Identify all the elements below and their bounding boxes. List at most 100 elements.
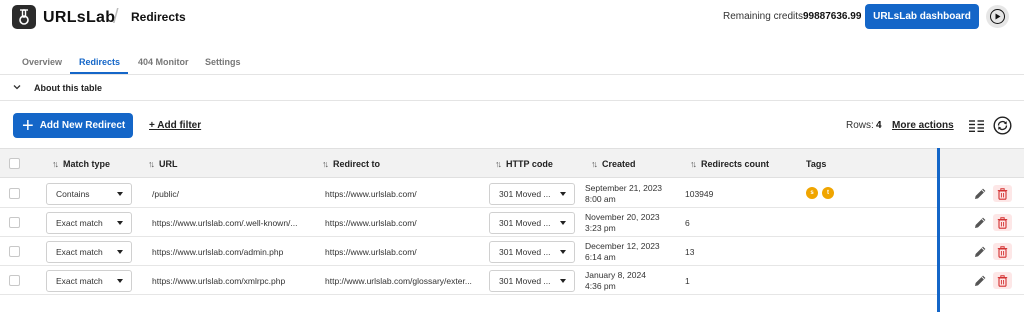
tag-badge[interactable]: t [822, 187, 834, 199]
play-circle-icon [990, 9, 1005, 24]
add-filter-link[interactable]: + Add filter [149, 120, 201, 131]
about-table-toggle[interactable]: About this table [0, 75, 1024, 101]
http-code-select[interactable]: 301 Moved ... [489, 212, 575, 234]
plus-icon: + [22, 114, 34, 137]
sort-icon: ↑↓ [148, 159, 155, 169]
delete-button[interactable] [993, 185, 1012, 202]
redirect-to-cell: https://www.urlslab.com/ [325, 218, 417, 228]
http-code-select[interactable]: 301 Moved ... [489, 270, 575, 292]
urlslab-logo-icon [12, 5, 36, 29]
url-cell: https://www.urlslab.com/admin.php [152, 247, 284, 257]
caret-down-icon [560, 192, 566, 196]
header-created[interactable]: ↑↓ Created [591, 159, 636, 169]
delete-button[interactable] [993, 272, 1012, 289]
trash-icon [997, 216, 1008, 229]
match-type-select[interactable]: Exact match [46, 270, 132, 292]
breadcrumb-separator: / [113, 6, 119, 28]
tab-settings[interactable]: Settings [205, 57, 241, 67]
tab-redirects[interactable]: Redirects [79, 57, 120, 67]
url-cell: /public/ [152, 189, 179, 199]
breadcrumb: Redirects [131, 10, 186, 24]
more-actions-link[interactable]: More actions [892, 120, 954, 131]
delete-button[interactable] [993, 243, 1012, 260]
table-row: Exact match https://www.urlslab.com/.wel… [0, 208, 1024, 237]
header-tags: Tags [806, 159, 827, 169]
select-all-checkbox[interactable] [9, 158, 20, 169]
caret-down-icon [117, 221, 123, 225]
match-type-select[interactable]: Exact match [46, 212, 132, 234]
caret-down-icon [560, 221, 566, 225]
logo-text: URLsLab [43, 9, 116, 26]
trash-icon [997, 187, 1008, 200]
dashboard-button[interactable]: URLsLab dashboard [865, 4, 979, 29]
edit-icon[interactable] [974, 187, 987, 205]
match-type-select[interactable]: Contains [46, 183, 132, 205]
redirect-to-cell: http://www.urlslab.com/glossary/exter... [325, 276, 472, 286]
redirects-count-cell: 6 [685, 218, 690, 228]
table-header: ↑↓ Match type ↑↓ URL ↑↓ Redirect to ↑↓ HTTP … [0, 148, 1024, 178]
sort-icon: ↑↓ [591, 159, 598, 169]
match-type-select[interactable]: Exact match [46, 241, 132, 263]
caret-down-icon [117, 250, 123, 254]
header-http-code[interactable]: ↑↓ HTTP code [495, 159, 553, 169]
edit-icon[interactable] [974, 216, 987, 234]
edit-icon[interactable] [974, 245, 987, 263]
http-code-select[interactable]: 301 Moved ... [489, 241, 575, 263]
edit-icon[interactable] [974, 274, 987, 292]
sort-icon: ↑↓ [322, 159, 329, 169]
row-checkbox[interactable] [9, 188, 20, 199]
tab-bar: Overview Redirects 404 Monitor Settings [0, 48, 1024, 75]
table-row: Exact match https://www.urlslab.com/admi… [0, 237, 1024, 266]
redirects-count-cell: 103949 [685, 189, 714, 199]
redirect-to-cell: https://www.urlslab.com/ [325, 189, 417, 199]
caret-down-icon [560, 250, 566, 254]
row-checkbox[interactable] [9, 275, 20, 286]
table-row: Contains /public/ https://www.urlslab.co… [0, 179, 1024, 208]
row-checkbox[interactable] [9, 217, 20, 228]
credits-label: Remaining credits: [723, 11, 806, 22]
created-cell: September 21, 2023 8:00 am [585, 183, 663, 204]
created-cell: January 8, 2024 4:36 pm [585, 270, 646, 291]
header-url[interactable]: ↑↓ URL [148, 159, 178, 169]
redirects-count-cell: 1 [685, 276, 690, 286]
redirects-count-cell: 13 [685, 247, 695, 257]
redirect-to-cell: https://www.urlslab.com/ [325, 247, 417, 257]
active-tab-indicator [70, 72, 128, 74]
top-bar: URLsLab / Redirects Remaining credits: 9… [0, 0, 1024, 48]
column-resize-indicator[interactable] [937, 148, 940, 312]
header-match-type[interactable]: ↑↓ Match type [52, 159, 110, 169]
delete-button[interactable] [993, 214, 1012, 231]
columns-icon[interactable] [969, 119, 984, 137]
sort-icon: ↑↓ [52, 159, 59, 169]
caret-down-icon [117, 192, 123, 196]
sort-icon: ↑↓ [495, 159, 502, 169]
row-checkbox[interactable] [9, 246, 20, 257]
created-cell: November 20, 2023 3:23 pm [585, 212, 660, 233]
url-cell: https://www.urlslab.com/.well-known/... [152, 218, 298, 228]
header-redirects-count[interactable]: ↑↓ Redirects count [690, 159, 769, 169]
url-cell: https://www.urlslab.com/xmlrpc.php [152, 276, 286, 286]
table-row: Exact match https://www.urlslab.com/xmlr… [0, 266, 1024, 295]
created-cell: December 12, 2023 6:14 am [585, 241, 660, 262]
table-toolbar: + Add New Redirect + Add filter Rows: 4 … [0, 101, 1024, 148]
redirects-table: ↑↓ Match type ↑↓ URL ↑↓ Redirect to ↑↓ HTTP … [0, 148, 1024, 312]
tag-badge[interactable]: s [806, 187, 818, 199]
http-code-select[interactable]: 301 Moved ... [489, 183, 575, 205]
rows-value: 4 [876, 120, 882, 131]
add-new-redirect-button[interactable]: + Add New Redirect [13, 113, 133, 138]
tab-overview[interactable]: Overview [22, 57, 62, 67]
play-button[interactable] [986, 5, 1009, 28]
credits-value: 99887636.99 [803, 11, 862, 22]
header-redirect-to[interactable]: ↑↓ Redirect to [322, 159, 380, 169]
refresh-icon[interactable] [993, 116, 1012, 140]
trash-icon [997, 274, 1008, 287]
tab-404-monitor[interactable]: 404 Monitor [138, 57, 189, 67]
add-new-redirect-label: Add New Redirect [39, 120, 126, 131]
sort-icon: ↑↓ [690, 159, 697, 169]
about-label: About this table [34, 83, 102, 93]
caret-down-icon [560, 279, 566, 283]
rows-label: Rows: [846, 120, 874, 131]
caret-down-icon [117, 279, 123, 283]
trash-icon [997, 245, 1008, 258]
chevron-down-icon [13, 83, 21, 93]
